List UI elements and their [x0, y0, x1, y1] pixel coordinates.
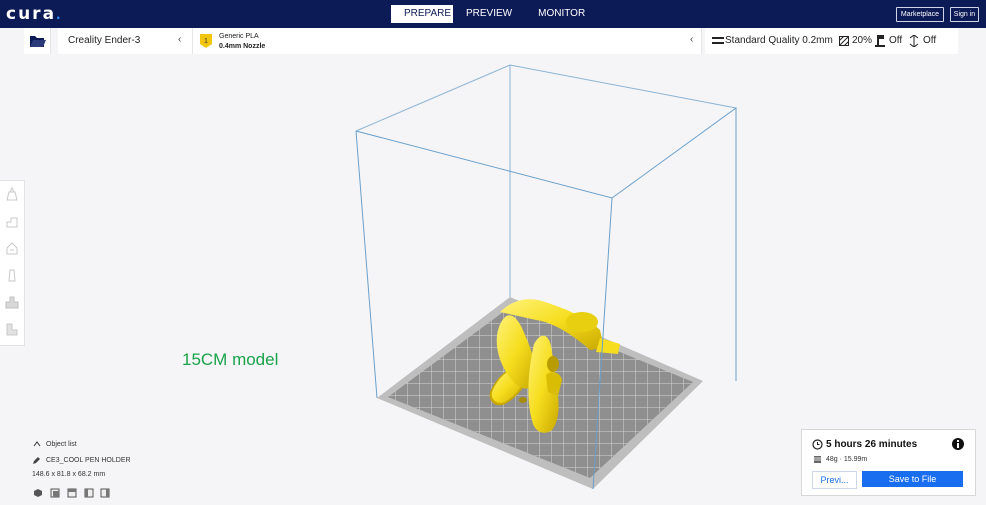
marketplace-button[interactable]: Marketplace	[896, 7, 944, 22]
model-size-annotation: 15CM model	[182, 350, 279, 369]
chevron-left-icon: ‹	[178, 34, 182, 45]
support-blocker-icon	[6, 323, 18, 336]
material-selector[interactable]: 1 Generic PLA 0.4mm Nozzle ‹	[193, 28, 702, 54]
support-value: Off	[889, 35, 903, 46]
support-blocker-button[interactable]	[3, 320, 21, 338]
printer-name: Creality Ender-3	[68, 35, 141, 46]
logo-dot: .	[56, 8, 63, 22]
sliders-icon	[712, 37, 724, 44]
filament-spool-icon	[814, 456, 821, 463]
print-time: 5 hours 26 minutes	[826, 439, 918, 450]
save-to-file-button[interactable]: Save to File	[862, 471, 963, 487]
info-icon[interactable]	[952, 438, 964, 450]
left-view-icon[interactable]	[84, 488, 94, 498]
mirror-tool-button[interactable]	[3, 266, 21, 284]
folder-icon	[30, 36, 46, 47]
adhesion-value: Off	[923, 35, 937, 46]
quality-profile: Standard Quality 0.2mm	[725, 35, 833, 46]
3d-view-icon[interactable]	[33, 488, 43, 498]
tab-prepare[interactable]: PREPARE	[391, 5, 453, 23]
infill-value: 20%	[852, 35, 873, 46]
extruder-icon: 1	[200, 34, 212, 48]
top-bar: cura. PREPARE PREVIEW MONITOR Marketplac…	[0, 0, 986, 28]
infill-icon	[839, 36, 849, 46]
cura-logo: cura.	[6, 4, 63, 24]
per-model-settings-button[interactable]	[3, 293, 21, 311]
material-usage: 48g · 15.99m	[826, 456, 868, 463]
scale-icon	[6, 217, 18, 228]
stage-tabs: PREPARE PREVIEW MONITOR	[391, 5, 598, 23]
clock-icon	[812, 439, 823, 450]
printer-selector[interactable]: Creality Ender-3 ‹	[58, 28, 193, 54]
tab-monitor[interactable]: MONITOR	[525, 5, 598, 23]
tab-preview[interactable]: PREVIEW	[453, 5, 525, 23]
print-summary-panel: 5 hours 26 minutes 48g · 15.99m Previ...…	[801, 429, 976, 496]
top-view-icon[interactable]	[67, 488, 77, 498]
material-name: Generic PLA	[219, 33, 259, 40]
sign-in-button[interactable]: Sign in	[950, 7, 979, 22]
svg-text:1: 1	[204, 38, 208, 45]
move-tool-button[interactable]	[3, 185, 21, 203]
object-list-title[interactable]: Object list	[46, 441, 77, 448]
move-icon	[6, 186, 18, 201]
chevron-up-icon[interactable]	[33, 441, 41, 447]
rotate-icon	[6, 242, 18, 255]
tool-panel	[0, 180, 25, 346]
object-dimensions: 148.6 x 81.8 x 68.2 mm	[32, 471, 106, 478]
rotate-tool-button[interactable]	[3, 239, 21, 257]
open-file-button[interactable]	[24, 28, 51, 54]
mirror-icon	[8, 269, 16, 282]
preview-button[interactable]: Previ...	[812, 471, 857, 489]
scale-tool-button[interactable]	[3, 212, 21, 230]
object-name[interactable]: CE3_COOL PEN HOLDER	[46, 457, 131, 464]
per-model-settings-icon	[5, 296, 19, 309]
print-settings-selector[interactable]: Standard Quality 0.2mm 20% Off Off	[705, 28, 958, 54]
support-icon	[875, 35, 885, 47]
logo-text: cura	[6, 4, 57, 24]
chevron-left-icon: ‹	[690, 34, 694, 45]
adhesion-icon	[909, 35, 919, 47]
front-view-icon[interactable]	[50, 488, 60, 498]
pencil-icon[interactable]	[32, 456, 41, 465]
nozzle-size: 0.4mm Nozzle	[219, 43, 266, 50]
right-view-icon[interactable]	[100, 488, 110, 498]
